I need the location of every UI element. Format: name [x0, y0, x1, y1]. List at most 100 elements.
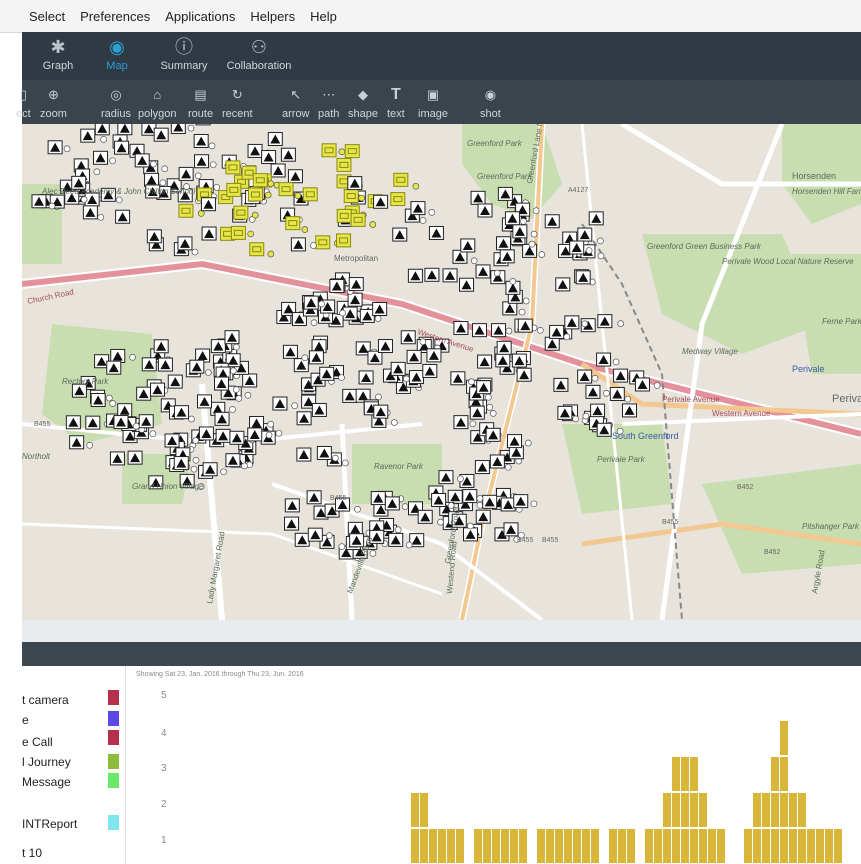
map-node[interactable]: [294, 192, 302, 199]
map-marker-alert[interactable]: [319, 366, 335, 381]
map-marker-alert[interactable]: [109, 451, 125, 466]
map-marker-alert[interactable]: [575, 270, 591, 285]
map-marker-message[interactable]: [315, 235, 331, 250]
map-node[interactable]: [129, 353, 136, 361]
chart-bar[interactable]: [546, 829, 554, 863]
map-node[interactable]: [291, 402, 299, 410]
map-marker-alert[interactable]: [247, 427, 263, 442]
map-node[interactable]: [518, 308, 526, 316]
map-marker-alert[interactable]: [424, 267, 440, 282]
map-marker-alert[interactable]: [200, 197, 216, 212]
map-marker-alert[interactable]: [474, 460, 490, 475]
chart-bar[interactable]: [663, 829, 671, 863]
chart-bar[interactable]: [447, 829, 455, 863]
tool-image[interactable]: ▣ image: [418, 86, 448, 120]
chart-bar[interactable]: [816, 829, 824, 863]
map-marker-alert[interactable]: [407, 268, 423, 283]
chart-bar[interactable]: [456, 829, 464, 863]
map-node[interactable]: [419, 217, 427, 224]
map-node[interactable]: [437, 518, 444, 526]
map-node[interactable]: [325, 532, 333, 539]
map-node[interactable]: [484, 393, 492, 401]
map-node[interactable]: [597, 237, 604, 245]
legend-item[interactable]: e: [22, 713, 29, 727]
chart-bar[interactable]: [771, 793, 779, 827]
map-node[interactable]: [468, 378, 475, 386]
map-node[interactable]: [97, 213, 105, 221]
view-collaboration-button[interactable]: ⚇ Collaboration: [221, 34, 297, 80]
map-node[interactable]: [339, 309, 346, 317]
panel-separator[interactable]: [22, 620, 861, 642]
map-marker-message[interactable]: [302, 187, 318, 202]
map-marker-message[interactable]: [285, 216, 301, 231]
map-marker-alert[interactable]: [544, 336, 560, 351]
map-marker-alert[interactable]: [428, 225, 444, 240]
timeline-chart[interactable]: Showing Sat 23, Jan. 2016 through Thu 23…: [126, 666, 861, 864]
legend-item[interactable]: Message: [22, 775, 71, 789]
map-node[interactable]: [375, 393, 382, 401]
map-marker-alert[interactable]: [590, 403, 606, 418]
map-marker-alert[interactable]: [242, 373, 258, 388]
map-marker-alert[interactable]: [497, 186, 513, 201]
view-summary-button[interactable]: ⓘ Summary: [146, 34, 222, 80]
map-node[interactable]: [194, 172, 202, 180]
chart-bar[interactable]: [609, 829, 617, 863]
chart-bar[interactable]: [483, 829, 491, 863]
map-marker-alert[interactable]: [504, 211, 520, 226]
map-marker-alert[interactable]: [261, 150, 277, 165]
map-marker-alert[interactable]: [390, 361, 406, 376]
chart-bar[interactable]: [708, 829, 716, 863]
map-marker-alert[interactable]: [117, 403, 133, 418]
chart-bar[interactable]: [429, 829, 437, 863]
chart-bar[interactable]: [771, 757, 779, 791]
map-node[interactable]: [524, 439, 532, 447]
chart-bar[interactable]: [510, 829, 518, 863]
map-node[interactable]: [653, 381, 661, 389]
map-node[interactable]: [318, 300, 325, 308]
map-node[interactable]: [188, 415, 195, 423]
map-node[interactable]: [528, 240, 536, 248]
map-node[interactable]: [597, 252, 605, 260]
chart-bar[interactable]: [681, 829, 689, 863]
map-marker-alert[interactable]: [202, 462, 218, 477]
map-marker-alert[interactable]: [613, 368, 629, 383]
tool-shot[interactable]: ◉ shot: [480, 86, 501, 120]
tool-text[interactable]: Ttext: [387, 86, 405, 120]
menu-applications[interactable]: Applications: [165, 9, 235, 24]
map-marker-alert[interactable]: [450, 371, 466, 386]
chart-bar[interactable]: [420, 793, 428, 827]
map-canvas[interactable]: Greenford Park Greenford Park Greenford …: [22, 124, 861, 620]
chart-bar[interactable]: [420, 829, 428, 863]
map-node[interactable]: [301, 354, 309, 362]
map-marker-alert[interactable]: [453, 415, 469, 430]
map-marker-alert[interactable]: [117, 124, 133, 136]
map-marker-alert[interactable]: [65, 415, 81, 430]
map-marker-alert[interactable]: [270, 163, 286, 178]
map-marker-alert[interactable]: [214, 376, 230, 391]
map-node[interactable]: [469, 420, 477, 428]
map-marker-alert[interactable]: [198, 426, 214, 441]
chart-bar[interactable]: [672, 757, 680, 791]
legend-item[interactable]: INTReport: [22, 817, 77, 831]
map-marker-alert[interactable]: [482, 494, 498, 509]
map-node[interactable]: [233, 343, 240, 351]
map-node[interactable]: [209, 161, 217, 169]
map-marker-alert[interactable]: [193, 133, 209, 148]
map-marker-alert[interactable]: [553, 377, 569, 392]
chart-bar[interactable]: [411, 793, 419, 827]
map-marker-alert[interactable]: [597, 314, 613, 329]
map-marker-alert[interactable]: [272, 396, 288, 411]
map-marker-alert[interactable]: [372, 302, 388, 317]
map-node[interactable]: [265, 431, 273, 439]
map-marker-alert[interactable]: [82, 205, 98, 220]
map-marker-alert[interactable]: [495, 353, 511, 368]
map-marker-alert[interactable]: [400, 330, 416, 345]
map-marker-alert[interactable]: [153, 339, 169, 354]
map-marker-alert[interactable]: [173, 405, 189, 420]
tool-shape[interactable]: ◆ shape: [348, 86, 378, 120]
map-marker-alert[interactable]: [189, 359, 205, 374]
map-node[interactable]: [509, 278, 517, 285]
map-marker-message[interactable]: [233, 205, 249, 220]
map-node[interactable]: [48, 202, 56, 210]
chart-bar[interactable]: [519, 829, 527, 863]
